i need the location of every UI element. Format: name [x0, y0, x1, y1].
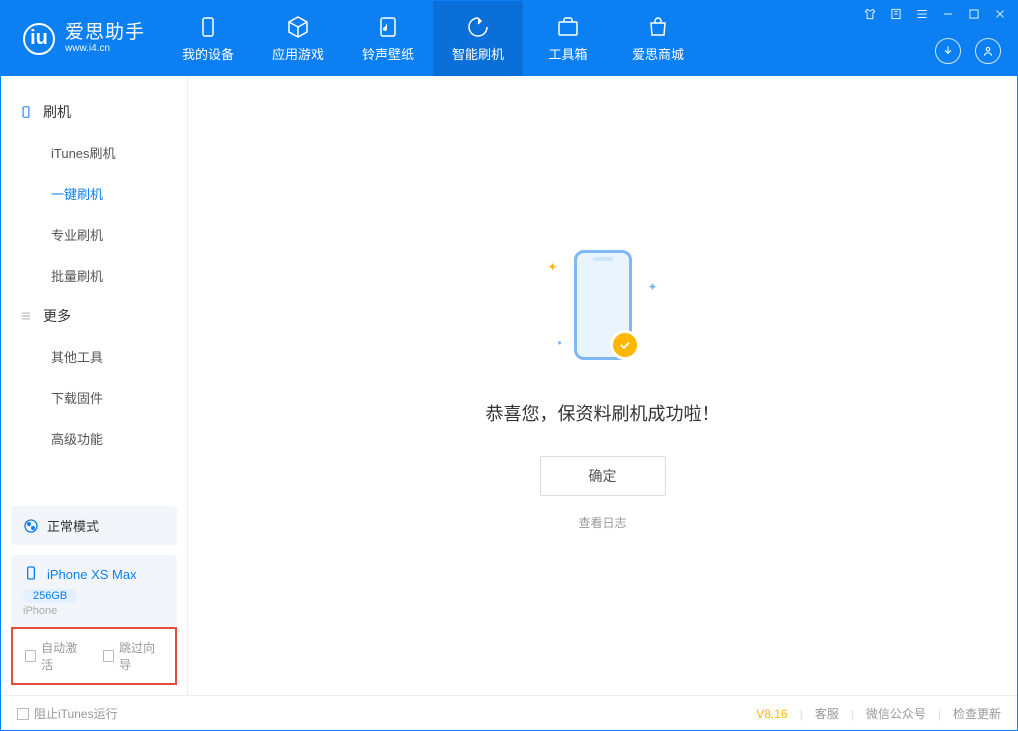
main-nav: 我的设备 应用游戏 铃声壁纸 智能刷机 工具箱 爱思商城: [163, 1, 703, 76]
skip-guide-checkbox[interactable]: 跳过向导: [103, 639, 163, 673]
section-label: 刷机: [43, 102, 71, 122]
view-log-link[interactable]: 查看日志: [578, 514, 626, 531]
nav-label: 智能刷机: [452, 44, 504, 63]
maximize-icon[interactable]: [967, 7, 981, 21]
nav-label: 爱思商城: [632, 44, 684, 63]
nav-my-device[interactable]: 我的设备: [163, 1, 253, 76]
main-content: ✦ ✦ • 恭喜您，保资料刷机成功啦！ 确定 查看日志: [188, 76, 1017, 695]
separator: |: [851, 707, 854, 721]
highlighted-options: 自动激活 跳过向导: [11, 627, 177, 685]
menu-icon[interactable]: [915, 7, 929, 21]
support-link[interactable]: 客服: [815, 705, 839, 722]
device-type-label: iPhone: [23, 605, 165, 617]
ok-button[interactable]: 确定: [540, 456, 666, 496]
checkbox-label: 阻止iTunes运行: [34, 705, 118, 722]
nav-store[interactable]: 爱思商城: [613, 1, 703, 76]
window-controls: [863, 7, 1007, 21]
device-icon: [19, 105, 33, 119]
checkbox-label: 跳过向导: [119, 639, 163, 673]
sidebar-item-download-firmware[interactable]: 下载固件: [1, 377, 187, 418]
nav-label: 工具箱: [549, 44, 588, 63]
briefcase-icon: [555, 14, 581, 40]
check-update-link[interactable]: 检查更新: [953, 705, 1001, 722]
version-label: V8.16: [756, 707, 787, 721]
sparkle-icon: ✦: [548, 260, 558, 274]
checkbox-icon: [25, 650, 36, 662]
device-info[interactable]: iPhone XS Max 256GB iPhone: [11, 555, 177, 627]
nav-label: 应用游戏: [272, 44, 324, 63]
mode-indicator[interactable]: 正常模式: [11, 506, 177, 545]
sidebar-item-other-tools[interactable]: 其他工具: [1, 336, 187, 377]
header-bar: iu 爱思助手 www.i4.cn 我的设备 应用游戏 铃声壁纸 智能刷机 工具…: [1, 1, 1017, 76]
sidebar: 刷机 iTunes刷机 一键刷机 专业刷机 批量刷机 更多 其他工具 下载固件 …: [1, 76, 188, 695]
sidebar-item-batch-flash[interactable]: 批量刷机: [1, 255, 187, 296]
section-label: 更多: [43, 306, 71, 326]
block-itunes-checkbox[interactable]: 阻止iTunes运行: [17, 705, 118, 722]
header-actions: [935, 38, 1001, 64]
user-button[interactable]: [975, 38, 1001, 64]
mode-label: 正常模式: [47, 516, 99, 535]
device-storage-badge: 256GB: [23, 589, 77, 603]
nav-apps-games[interactable]: 应用游戏: [253, 1, 343, 76]
separator: |: [938, 707, 941, 721]
sidebar-item-pro-flash[interactable]: 专业刷机: [1, 214, 187, 255]
nav-label: 铃声壁纸: [362, 44, 414, 63]
nav-toolbox[interactable]: 工具箱: [523, 1, 613, 76]
success-illustration: ✦ ✦ •: [528, 240, 678, 370]
auto-activate-checkbox[interactable]: 自动激活: [25, 639, 85, 673]
music-icon: [375, 14, 401, 40]
list-icon: [19, 309, 33, 323]
close-icon[interactable]: [993, 7, 1007, 21]
sidebar-item-itunes-flash[interactable]: iTunes刷机: [1, 132, 187, 173]
minimize-icon[interactable]: [941, 7, 955, 21]
footer-bar: 阻止iTunes运行 V8.16 | 客服 | 微信公众号 | 检查更新: [1, 695, 1017, 731]
logo[interactable]: iu 爱思助手 www.i4.cn: [1, 1, 163, 76]
checkbox-icon: [103, 650, 114, 662]
sparkle-icon: •: [558, 336, 562, 350]
sidebar-section-flash: 刷机: [1, 92, 187, 132]
sidebar-item-advanced[interactable]: 高级功能: [1, 418, 187, 459]
download-button[interactable]: [935, 38, 961, 64]
logo-title: 爱思助手: [65, 23, 145, 44]
cube-icon: [285, 14, 311, 40]
check-badge-icon: [610, 330, 640, 360]
bag-icon: [645, 14, 671, 40]
logo-subtitle: www.i4.cn: [65, 43, 145, 54]
checkbox-label: 自动激活: [41, 639, 85, 673]
device-name-label: iPhone XS Max: [47, 567, 137, 582]
phone-small-icon: [23, 565, 39, 584]
note-icon[interactable]: [889, 7, 903, 21]
sync-icon: [23, 518, 39, 534]
logo-icon: iu: [23, 23, 55, 55]
nav-label: 我的设备: [182, 44, 234, 63]
sparkle-icon: ✦: [647, 280, 657, 294]
checkbox-icon: [17, 708, 29, 720]
wechat-link[interactable]: 微信公众号: [866, 705, 926, 722]
nav-smart-flash[interactable]: 智能刷机: [433, 1, 523, 76]
success-message: 恭喜您，保资料刷机成功啦！: [486, 400, 720, 426]
refresh-icon: [465, 14, 491, 40]
sidebar-section-more: 更多: [1, 296, 187, 336]
shirt-icon[interactable]: [863, 7, 877, 21]
phone-icon: [195, 14, 221, 40]
separator: |: [800, 707, 803, 721]
nav-ringtone-wallpaper[interactable]: 铃声壁纸: [343, 1, 433, 76]
sidebar-item-oneclick-flash[interactable]: 一键刷机: [1, 173, 187, 214]
